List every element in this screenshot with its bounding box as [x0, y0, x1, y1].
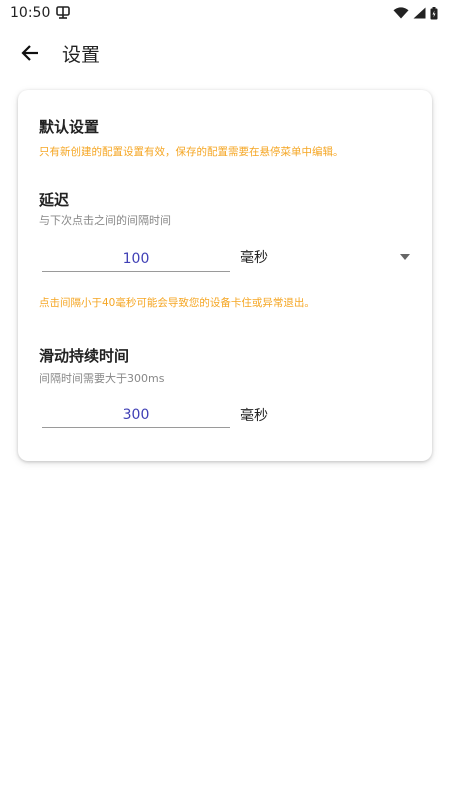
- delay-description: 与下次点击之间的间隔时间: [39, 214, 171, 227]
- settings-screen: 10:50 设置 默认设置 只有新创建的配置设置有效，保存的配置需要在悬停菜单中…: [0, 0, 450, 800]
- swipe-duration-unit: 毫秒: [240, 408, 268, 424]
- status-time: 10:50: [10, 5, 51, 21]
- swipe-duration-description: 间隔时间需要大于300ms: [39, 372, 165, 385]
- status-left: 10:50: [10, 5, 71, 22]
- dropdown-arrow-icon: [400, 254, 410, 260]
- status-bar: 10:50: [0, 0, 450, 26]
- delay-unit-dropdown[interactable]: 毫秒: [240, 242, 414, 272]
- battery-icon: [430, 6, 438, 19]
- delay-unit-selected: 毫秒: [240, 250, 268, 266]
- delay-input[interactable]: [42, 251, 230, 267]
- app-notification-icon: [56, 5, 71, 22]
- delay-input-field[interactable]: [42, 242, 230, 272]
- status-right: [393, 6, 438, 20]
- top-app-bar: 设置: [0, 26, 450, 80]
- signal-icon: [413, 7, 426, 19]
- wifi-icon: [393, 7, 409, 19]
- swipe-duration-title: 滑动持续时间: [39, 347, 130, 365]
- swipe-duration-input-field[interactable]: [42, 398, 230, 428]
- default-settings-note: 只有新创建的配置设置有效，保存的配置需要在悬停菜单中编辑。: [39, 146, 344, 158]
- delay-title: 延迟: [39, 191, 70, 209]
- settings-card: 默认设置 只有新创建的配置设置有效，保存的配置需要在悬停菜单中编辑。 延迟 与下…: [18, 90, 432, 461]
- default-settings-title: 默认设置: [39, 118, 100, 136]
- arrow-back-icon: [21, 45, 38, 61]
- back-button[interactable]: [4, 26, 56, 80]
- page-title: 设置: [62, 43, 101, 66]
- delay-warning: 点击间隔小于40毫秒可能会导致您的设备卡住或异常退出。: [39, 297, 315, 309]
- swipe-duration-input[interactable]: [42, 407, 230, 423]
